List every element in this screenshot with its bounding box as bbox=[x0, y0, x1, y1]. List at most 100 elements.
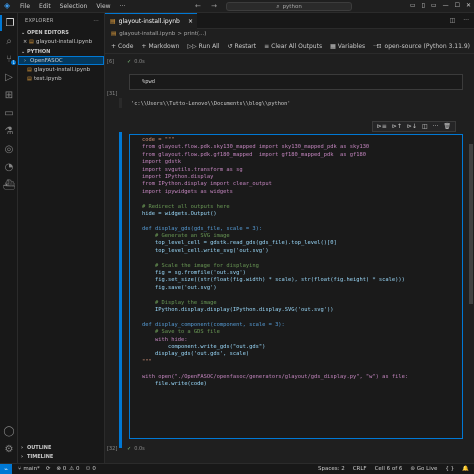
toggle-secondary-sidebar-icon[interactable]: ▭ bbox=[431, 2, 437, 9]
code-line-text: from glayout.flow.pdk.gf180_mapped impor… bbox=[142, 151, 366, 158]
split-cell-icon[interactable]: ◫ bbox=[422, 123, 428, 130]
check-icon: ✓ bbox=[127, 59, 132, 65]
tree-item-openfasoc[interactable]: › OpenFASOC bbox=[18, 56, 104, 65]
sync-button[interactable]: ⟳ bbox=[46, 466, 51, 472]
tree-item-glayout-install[interactable]: ▤ glayout-install.ipynb bbox=[18, 65, 104, 74]
code-line: file.write(code) bbox=[130, 381, 462, 388]
run-all-button[interactable]: ▷▷ Run All bbox=[187, 43, 219, 50]
split-editor-icon[interactable]: ◫ bbox=[450, 17, 456, 24]
focused-cell-indicator[interactable] bbox=[119, 132, 122, 448]
plus-icon: + bbox=[111, 42, 117, 50]
run-by-line-icon[interactable]: ⊳≡ bbox=[377, 123, 387, 130]
code-cell-pwd[interactable]: %pwd bbox=[129, 74, 463, 90]
notifications-bell-icon[interactable]: 🔔 bbox=[462, 466, 469, 472]
maximize-button[interactable]: ☐ bbox=[455, 2, 460, 9]
python-folder-section[interactable]: ⌄ PYTHON bbox=[18, 47, 104, 56]
go-live-button[interactable]: ⊚ Go Live bbox=[410, 466, 437, 472]
add-markdown-cell-button[interactable]: + Markdown bbox=[141, 43, 179, 50]
menu-selection[interactable]: Selection bbox=[60, 3, 88, 10]
code-line: top_level_cell.write_svg('out.svg') bbox=[130, 248, 462, 255]
remote-explorer-icon[interactable]: ▭ bbox=[0, 105, 18, 121]
clear-all-outputs-button[interactable]: ≡ Clear All Outputs bbox=[264, 43, 322, 50]
menu-view[interactable]: View bbox=[96, 3, 110, 10]
code-line-text: """ bbox=[142, 358, 152, 365]
nav-back-forward-buttons[interactable]: ← → bbox=[195, 2, 221, 10]
eol-indicator[interactable]: CRLF bbox=[353, 466, 367, 472]
add-markdown-label: Markdown bbox=[148, 42, 180, 50]
delete-cell-icon[interactable]: 🗑 bbox=[443, 123, 451, 130]
more-actions-icon[interactable]: ··· bbox=[463, 17, 469, 24]
source-control-icon[interactable]: ⑂ 1 bbox=[0, 51, 18, 67]
tab-close-icon[interactable]: × bbox=[188, 18, 193, 25]
close-window-button[interactable]: ✕ bbox=[466, 2, 471, 9]
kernel-icon: ⊡ bbox=[376, 42, 382, 50]
code-line: import IPython.display bbox=[130, 174, 462, 181]
search-icon[interactable]: ⌕ bbox=[0, 33, 18, 49]
cell-position-indicator[interactable]: Cell 6 of 6 bbox=[375, 466, 403, 472]
files-icon[interactable]: ❐ bbox=[0, 15, 18, 31]
scrollbar-thumb[interactable] bbox=[469, 144, 473, 304]
docker-icon[interactable]: ⛴ bbox=[0, 177, 18, 193]
menu-file[interactable]: File bbox=[20, 3, 30, 10]
code-line: import ipywidgets as widgets bbox=[130, 189, 462, 196]
run-debug-icon[interactable]: ▷ bbox=[0, 69, 18, 85]
ports-indicator[interactable]: ⚇ 0 bbox=[85, 466, 95, 472]
notebook-file-icon: ▤ bbox=[27, 66, 32, 73]
manage-gear-icon[interactable]: ⚙ bbox=[0, 441, 18, 457]
language-mode-indicator[interactable]: { } bbox=[445, 466, 454, 472]
editor-scrollbar[interactable] bbox=[468, 54, 474, 463]
variables-button[interactable]: ▦ Variables bbox=[330, 43, 365, 50]
menu-edit[interactable]: Edit bbox=[39, 3, 51, 10]
command-center-search[interactable]: ⌕ python bbox=[226, 2, 352, 11]
open-editor-item[interactable]: × ▤ glayout-install.ipynb bbox=[18, 37, 104, 46]
code-line: IPython.display.display(IPython.display.… bbox=[130, 307, 462, 314]
code-line: fig.save('out.svg') bbox=[130, 285, 462, 292]
code-line: def display_component(component, scale =… bbox=[130, 322, 462, 329]
code-line-text: file.write(code) bbox=[142, 380, 207, 387]
execute-above-icon[interactable]: ⊳↑ bbox=[392, 123, 402, 130]
add-code-cell-button[interactable]: + Code bbox=[111, 43, 133, 50]
execute-below-icon[interactable]: ⊳↓ bbox=[407, 123, 417, 130]
code-line-text: from IPython.display import clear_output bbox=[142, 181, 272, 188]
code-line: # Display the image bbox=[130, 300, 462, 307]
branch-indicator[interactable]: ⑂ main* bbox=[18, 466, 40, 472]
code-line-text: with open("./OpenFASOC/openfasoc/generat… bbox=[142, 373, 409, 380]
check-icon: ✓ bbox=[127, 446, 132, 452]
kernel-picker[interactable]: ⊡ open-source (Python 3.11.9) bbox=[377, 43, 470, 50]
extensions-icon[interactable]: ⊞ bbox=[0, 87, 18, 103]
execution-count: [32] bbox=[107, 446, 118, 452]
indentation-indicator[interactable]: Spaces: 2 bbox=[318, 466, 345, 472]
toggle-panel-icon[interactable]: ▯ bbox=[422, 2, 425, 9]
menu-more[interactable]: ··· bbox=[120, 3, 126, 10]
code-line: code = """ bbox=[130, 137, 462, 144]
minimize-button[interactable]: — bbox=[443, 2, 449, 9]
account-icon[interactable]: ◯ bbox=[0, 423, 18, 439]
timeline-section[interactable]: › TIMELINE bbox=[18, 452, 105, 461]
branch-label: main* bbox=[23, 466, 40, 472]
toggle-sidebar-icon[interactable]: ▭ bbox=[410, 2, 416, 9]
edge-icon[interactable]: ◔ bbox=[0, 159, 18, 175]
status-right: Spaces: 2 CRLF Cell 6 of 6 ⊚ Go Live { }… bbox=[318, 466, 469, 472]
cell-more-icon[interactable]: ··· bbox=[433, 123, 439, 130]
jupyter-icon[interactable]: ◎ bbox=[0, 141, 18, 157]
breadcrumb-file[interactable]: glayout-install.ipynb bbox=[119, 31, 175, 37]
remote-indicator-icon[interactable]: ⌁ bbox=[0, 463, 12, 474]
outline-section[interactable]: › OUTLINE bbox=[18, 443, 105, 452]
open-editors-section[interactable]: ⌄ OPEN EDITORS bbox=[18, 28, 104, 37]
testing-icon[interactable]: ⚗ bbox=[0, 123, 18, 139]
restart-button[interactable]: ↺ Restart bbox=[228, 43, 257, 50]
tree-item-test[interactable]: ▤ test.ipynb bbox=[18, 74, 104, 83]
code-line: # Scale the image for displaying bbox=[130, 263, 462, 270]
tab-glayout-install[interactable]: ▤ glayout-install.ipynb × bbox=[105, 13, 197, 29]
explorer-more-icon[interactable]: ··· bbox=[93, 18, 99, 24]
output-rail[interactable] bbox=[119, 98, 122, 108]
notebook-editor: [6] ✓ 0.0s %pwd [31] 'c:\\Users\\Tutto-L… bbox=[105, 54, 468, 463]
outline-label: OUTLINE bbox=[27, 444, 52, 451]
variables-label: Variables bbox=[337, 42, 366, 50]
problems-indicator[interactable]: ⊗ 0 ⚠ 0 bbox=[56, 466, 79, 472]
restart-icon: ↺ bbox=[227, 42, 233, 50]
code-cell-main[interactable]: code = """ from glayout.flow.pdk.sky130_m… bbox=[129, 134, 463, 439]
breadcrumb-symbol[interactable]: print(...) bbox=[184, 31, 206, 37]
